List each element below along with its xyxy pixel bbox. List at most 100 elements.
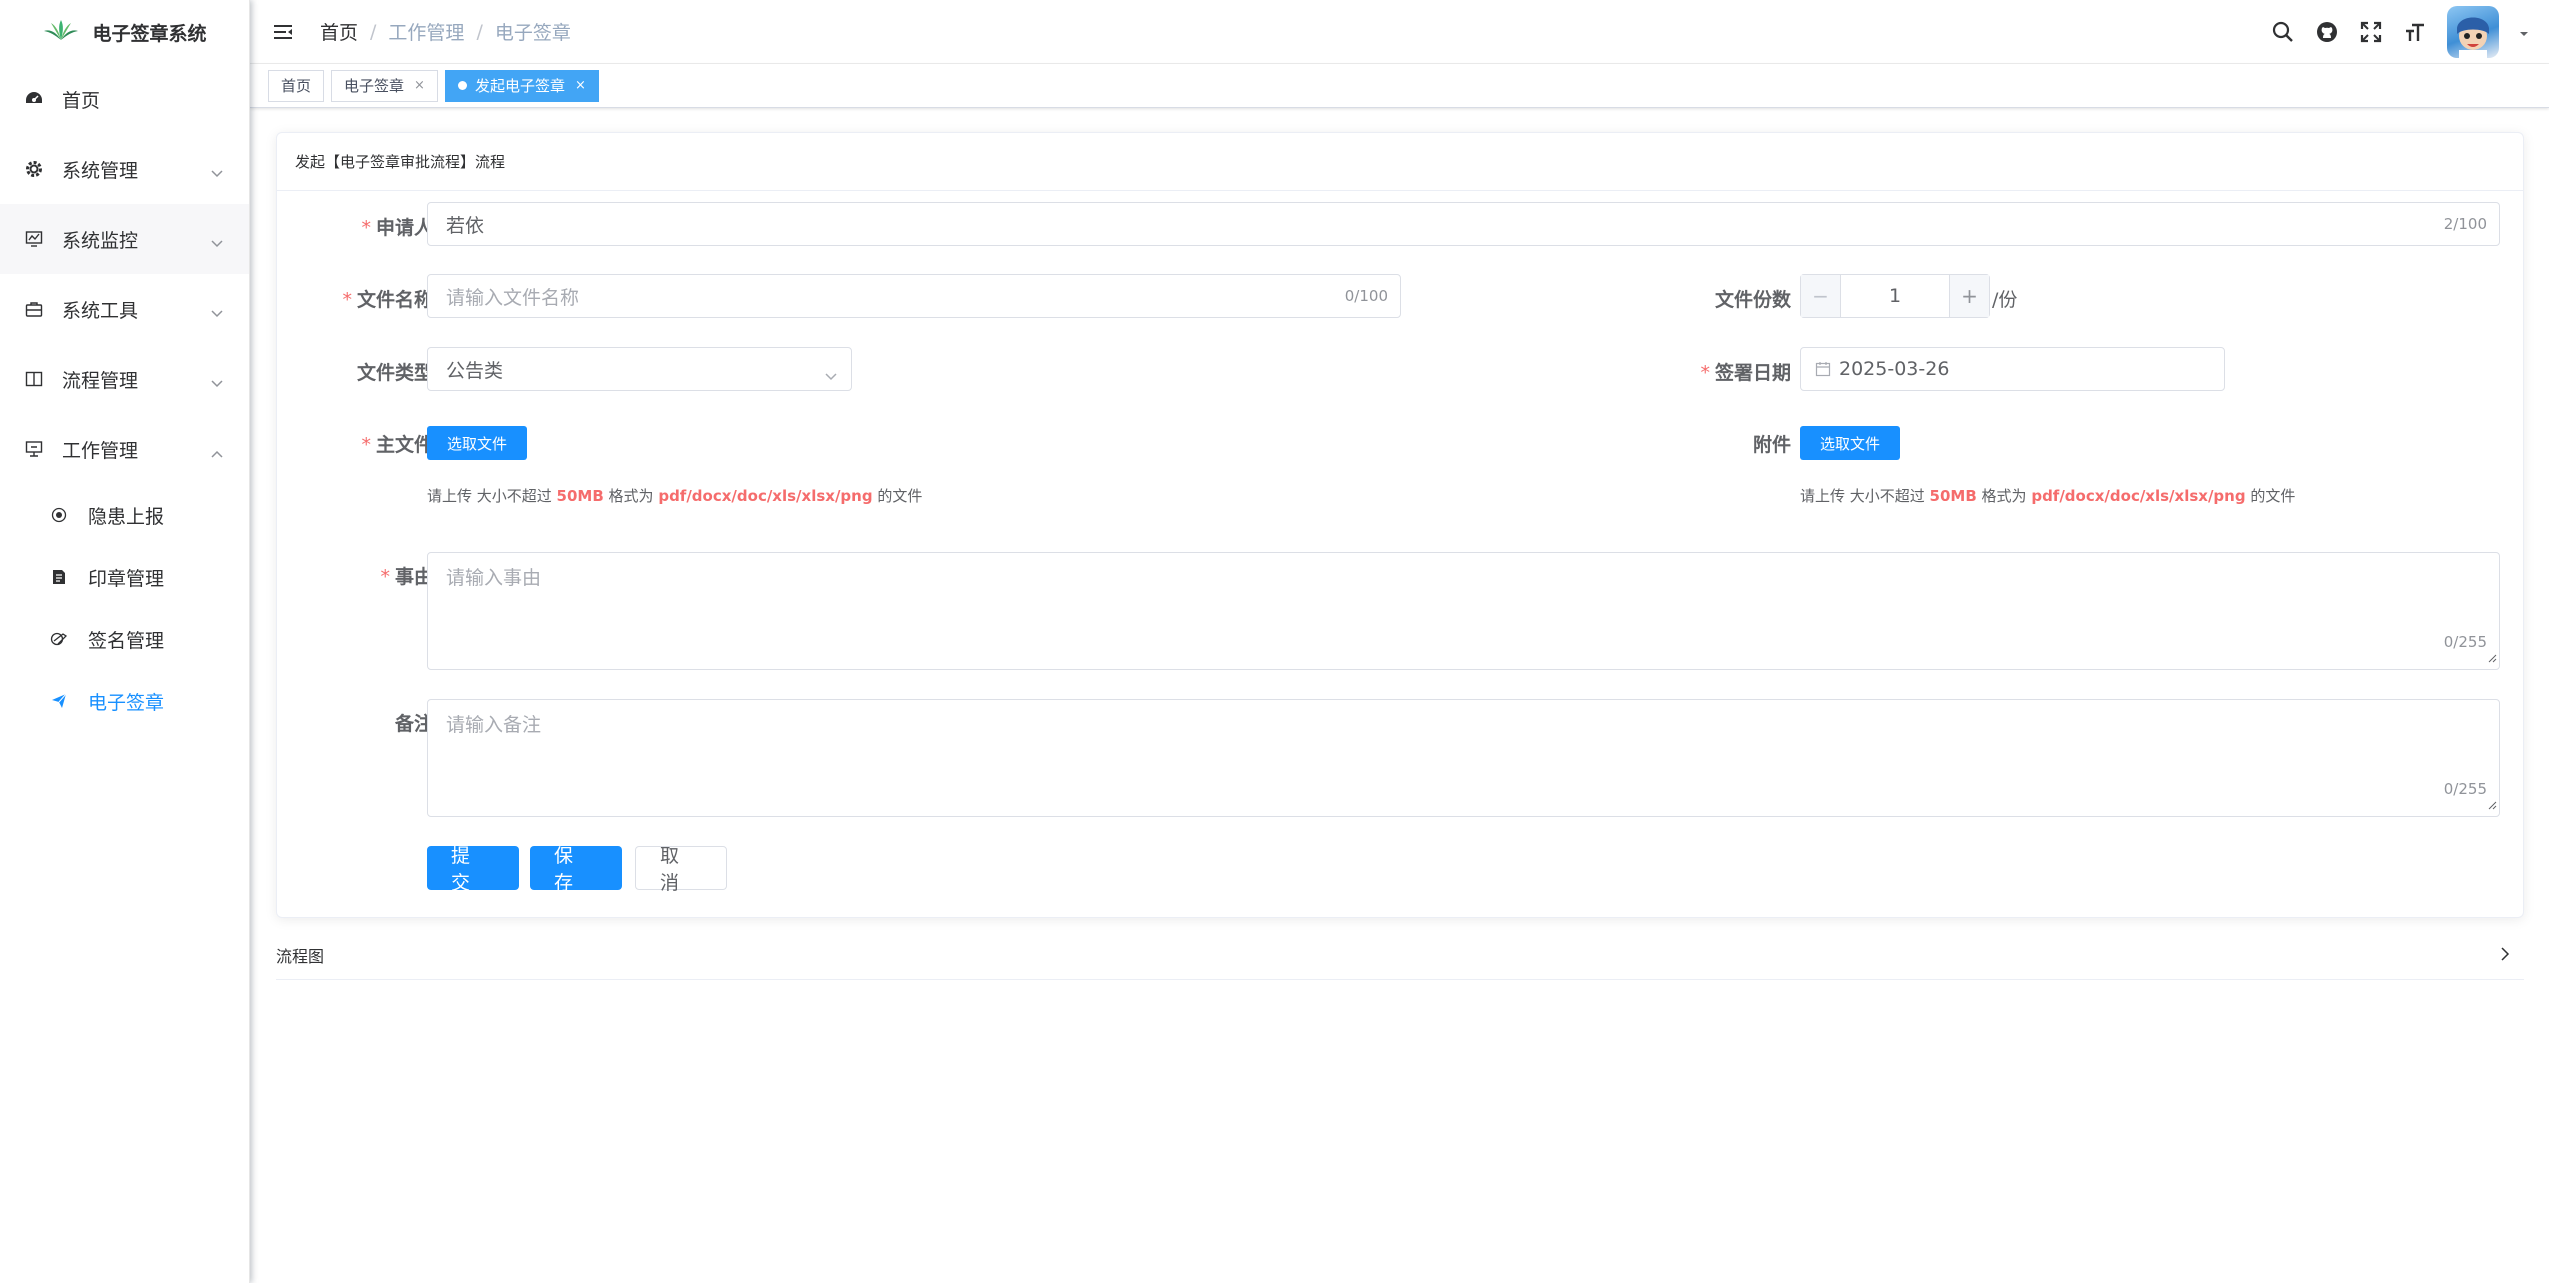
breadcrumb-item-work[interactable]: 工作管理 — [388, 18, 464, 45]
file-name-label: *文件名称 — [297, 285, 433, 312]
applicant-label: *申请人 — [317, 213, 433, 240]
tip-formats: pdf/docx/doc/xls/xlsx/png — [658, 487, 872, 505]
chevron-up-icon — [211, 441, 223, 463]
sidebar-item-home[interactable]: 首页 — [0, 64, 249, 134]
tag-label: 发起电子签章 — [475, 75, 565, 96]
logo[interactable]: 电子签章系统 — [0, 0, 249, 64]
tag-e-seal[interactable]: 电子签章 × — [331, 70, 438, 102]
sign-date-label-text: 签署日期 — [1715, 362, 1791, 384]
caret-down-icon[interactable] — [2519, 23, 2529, 42]
fullscreen-icon[interactable] — [2359, 20, 2383, 44]
file-name-placeholder: 请输入文件名称 — [428, 283, 579, 310]
hamburger-icon[interactable] — [272, 21, 294, 43]
main-file-upload-tip: 请上传 大小不超过 50MB 格式为 pdf/docx/doc/xls/xlsx… — [427, 485, 922, 506]
tip-prefix: 请上传 大小不超过 — [1800, 487, 1930, 505]
file-name-count: 0/100 — [1345, 287, 1388, 305]
copies-stepper: − 1 + — [1800, 274, 1990, 318]
sign-date-picker[interactable]: 2025-03-26 — [1800, 347, 2225, 391]
tip-mid: 格式为 — [1977, 487, 2032, 505]
sidebar-item-label: 签名管理 — [88, 626, 164, 653]
attachment-label: 附件 — [1657, 430, 1791, 457]
required-mark: * — [380, 566, 390, 588]
flow-chart-label: 流程图 — [276, 943, 324, 967]
main-file-label: *主文件 — [317, 430, 433, 457]
applicant-value: 若依 — [428, 211, 484, 238]
reason-label: *事由 — [317, 562, 433, 589]
search-icon[interactable] — [2271, 20, 2295, 44]
tag-home[interactable]: 首页 — [268, 70, 324, 102]
reason-textarea[interactable]: 请输入事由 0/255 — [427, 552, 2500, 670]
breadcrumb: 首页 / 工作管理 / 电子签章 — [320, 18, 571, 45]
sidebar-item-hazard-report[interactable]: 隐患上报 — [0, 484, 249, 546]
form-title: 发起【电子签章审批流程】流程 — [277, 133, 2523, 191]
sidebar-item-label: 工作管理 — [62, 436, 138, 463]
remark-textarea[interactable]: 请输入备注 0/255 — [427, 699, 2500, 817]
github-icon[interactable] — [2315, 20, 2339, 44]
right-menu — [2271, 0, 2529, 64]
save-button[interactable]: 保 存 — [530, 846, 622, 890]
close-icon[interactable]: × — [414, 78, 425, 93]
main-file-label-text: 主文件 — [376, 434, 433, 456]
tip-prefix: 请上传 大小不超过 — [427, 487, 557, 505]
submit-button[interactable]: 提 交 — [427, 846, 519, 890]
flow-chart-collapse[interactable]: 流程图 — [276, 930, 2524, 980]
chevron-down-icon — [211, 371, 223, 393]
remark-placeholder: 请输入备注 — [446, 710, 541, 737]
sidebar-item-flow-management[interactable]: 流程管理 — [0, 344, 249, 414]
navbar: 首页 / 工作管理 / 电子签章 — [250, 0, 2549, 64]
sidebar-item-label: 流程管理 — [62, 366, 138, 393]
tags-view: 首页 电子签章 × 发起电子签章 × — [250, 64, 2549, 108]
remark-count: 0/255 — [2444, 780, 2487, 798]
sidebar-item-label: 印章管理 — [88, 564, 164, 591]
resize-handle-icon[interactable] — [2487, 648, 2497, 667]
remark-label: 备注 — [317, 709, 433, 736]
sidebar-item-label: 首页 — [62, 86, 100, 113]
main-file-upload-button[interactable]: 选取文件 — [427, 426, 527, 460]
breadcrumb-separator: / — [370, 21, 376, 43]
file-name-input[interactable]: 请输入文件名称 0/100 — [427, 274, 1401, 318]
tip-size: 50MB — [557, 487, 604, 505]
calendar-icon — [1815, 361, 1831, 377]
increase-button[interactable]: + — [1949, 275, 1989, 317]
decrease-button[interactable]: − — [1801, 275, 1841, 317]
file-name-label-text: 文件名称 — [357, 289, 433, 311]
breadcrumb-item-home[interactable]: 首页 — [320, 18, 358, 45]
sidebar-item-signature-management[interactable]: 签名管理 — [0, 608, 249, 670]
sidebar-item-work-management[interactable]: 工作管理 — [0, 414, 249, 484]
breadcrumb-item-current: 电子签章 — [495, 18, 571, 45]
close-icon[interactable]: × — [575, 78, 586, 93]
chevron-down-icon — [825, 364, 837, 386]
gear-icon — [24, 159, 44, 179]
sidebar-item-label: 隐患上报 — [88, 502, 164, 529]
avatar[interactable] — [2447, 6, 2499, 58]
dashboard-icon — [24, 89, 44, 109]
tag-start-e-seal[interactable]: 发起电子签章 × — [445, 70, 599, 102]
tag-label: 电子签章 — [344, 75, 404, 96]
sidebar-item-system-monitor[interactable]: 系统监控 — [0, 204, 249, 274]
cancel-button[interactable]: 取 消 — [635, 846, 727, 890]
sidebar-item-seal-management[interactable]: 印章管理 — [0, 546, 249, 608]
sidebar-item-system-management[interactable]: 系统管理 — [0, 134, 249, 204]
applicant-input[interactable]: 若依 2/100 — [427, 202, 2500, 246]
sidebar-item-e-seal[interactable]: 电子签章 — [0, 670, 249, 732]
attachment-upload-button[interactable]: 选取文件 — [1800, 426, 1900, 460]
tip-formats: pdf/docx/doc/xls/xlsx/png — [2031, 487, 2245, 505]
document-icon — [50, 568, 68, 586]
file-type-value: 公告类 — [428, 356, 503, 383]
tip-mid: 格式为 — [604, 487, 659, 505]
signature-icon — [50, 630, 68, 648]
send-icon — [50, 692, 68, 710]
tip-suffix: 的文件 — [2246, 487, 2296, 505]
font-size-icon[interactable] — [2403, 20, 2427, 44]
sidebar: 电子签章系统 首页 系统管理 系统监控 系统工具 流程管理 — [0, 0, 250, 1283]
applicant-count: 2/100 — [2444, 215, 2487, 233]
screen-icon — [24, 439, 44, 459]
file-type-select[interactable]: 公告类 — [427, 347, 852, 391]
sidebar-item-system-tools[interactable]: 系统工具 — [0, 274, 249, 344]
copies-value[interactable]: 1 — [1841, 275, 1949, 317]
resize-handle-icon[interactable] — [2487, 795, 2497, 814]
copies-unit: /份 — [1992, 285, 2017, 312]
logo-icon — [42, 18, 80, 46]
radio-icon — [50, 506, 68, 524]
sign-date-value: 2025-03-26 — [1831, 358, 1949, 380]
